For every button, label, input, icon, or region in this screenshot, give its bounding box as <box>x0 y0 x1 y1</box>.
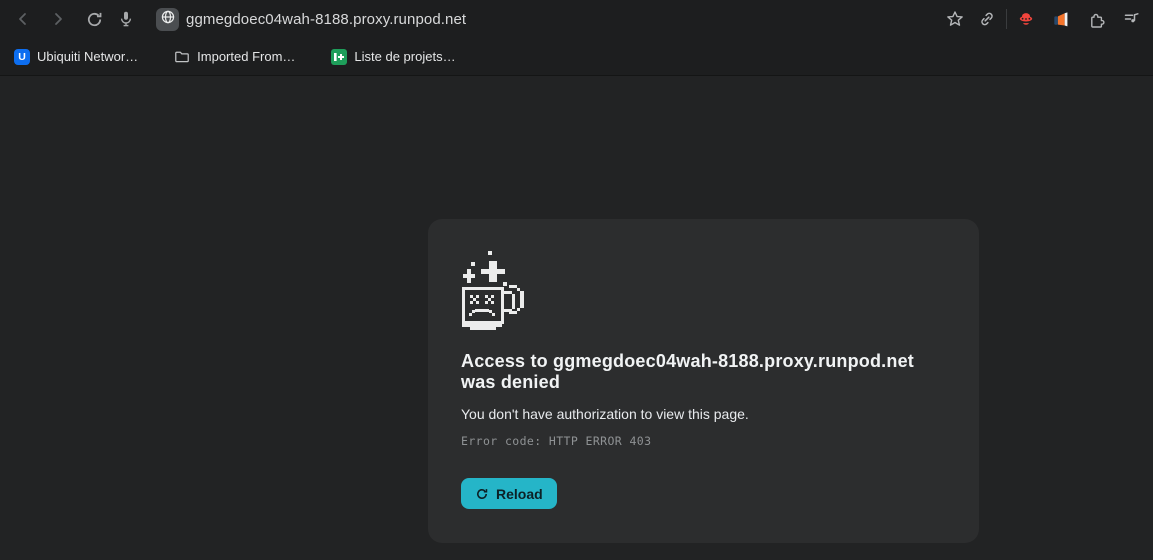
megaphone-extension-icon <box>1052 11 1071 28</box>
back-chevron-icon <box>15 11 31 27</box>
error-card: Access to ggmegdoec04wah-8188.proxy.runp… <box>428 219 979 543</box>
refresh-icon <box>475 487 489 501</box>
back-button[interactable] <box>10 6 36 32</box>
globe-icon <box>160 9 176 30</box>
bookmark-liste-projets[interactable]: Liste de projets… <box>327 44 459 70</box>
extension-megaphone-button[interactable] <box>1048 6 1074 32</box>
puzzle-piece-icon <box>1088 10 1106 28</box>
ubiquiti-favicon: U <box>14 49 30 65</box>
forward-chevron-icon <box>50 11 66 27</box>
voice-search-button[interactable] <box>113 6 139 32</box>
bookmark-ubiquiti[interactable]: U Ubiquiti Networ… <box>10 44 142 70</box>
bookmarks-bar: U Ubiquiti Networ… Imported From… Li <box>0 38 1153 76</box>
address-bar[interactable]: ggmegdoec04wah-8188.proxy.runpod.net <box>186 11 466 28</box>
browser-toolbar: ggmegdoec04wah-8188.proxy.runpod.net <box>0 0 1153 38</box>
reload-page-button[interactable]: Reload <box>461 478 557 509</box>
toolbar-divider <box>1006 9 1007 29</box>
page-content: Access to ggmegdoec04wah-8188.proxy.runp… <box>0 76 1153 560</box>
copy-link-button[interactable] <box>974 6 1000 32</box>
red-ufo-extension-icon <box>1017 10 1035 28</box>
playlist-menu-button[interactable] <box>1119 6 1145 32</box>
bookmark-label: Liste de projets… <box>354 49 455 64</box>
bookmark-page-button[interactable] <box>942 6 968 32</box>
site-info-button[interactable] <box>156 8 179 31</box>
star-icon <box>946 10 964 28</box>
bookmark-label: Ubiquiti Networ… <box>37 49 138 64</box>
error-code: Error code: HTTP ERROR 403 <box>461 434 946 448</box>
forward-button[interactable] <box>45 6 71 32</box>
browser-chrome: ggmegdoec04wah-8188.proxy.runpod.net <box>0 0 1153 76</box>
extension-ufo-button[interactable] <box>1013 6 1039 32</box>
error-title: Access to ggmegdoec04wah-8188.proxy.runp… <box>461 351 916 393</box>
folder-icon <box>174 49 190 65</box>
sad-mug-pixel-icon <box>461 250 529 331</box>
extensions-menu-button[interactable] <box>1084 6 1110 32</box>
playlist-music-icon <box>1123 10 1141 28</box>
reload-icon <box>85 10 104 29</box>
bookmark-imported-folder[interactable]: Imported From… <box>170 44 299 70</box>
bookmark-label: Imported From… <box>197 49 295 64</box>
microphone-icon <box>117 10 135 28</box>
spreadsheet-icon <box>331 49 347 65</box>
reload-button[interactable] <box>81 6 107 32</box>
error-message: You don't have authorization to view thi… <box>461 406 946 422</box>
reload-button-label: Reload <box>496 486 543 502</box>
link-icon <box>978 10 996 28</box>
